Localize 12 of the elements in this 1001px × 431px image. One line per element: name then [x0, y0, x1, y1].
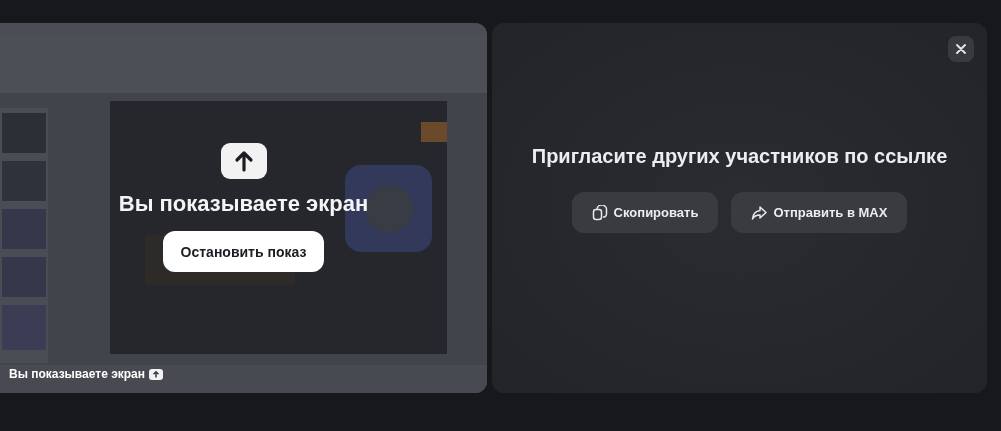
share-icon	[751, 204, 768, 221]
stop-sharing-button[interactable]: Остановить показ	[162, 231, 325, 272]
screen-share-label: Вы показываете экран	[9, 367, 146, 381]
invite-title: Пригласите других участников по ссылке	[531, 145, 948, 168]
upload-icon	[220, 143, 267, 179]
share-button[interactable]: Отправить в MAX	[731, 192, 908, 233]
screen-share-title: Вы показываете экран	[118, 191, 369, 217]
close-icon	[956, 44, 966, 54]
screen-share-icon	[149, 368, 164, 380]
close-button[interactable]	[948, 36, 974, 62]
copy-link-button[interactable]: Скопировать	[571, 192, 719, 233]
copy-icon	[591, 204, 608, 221]
